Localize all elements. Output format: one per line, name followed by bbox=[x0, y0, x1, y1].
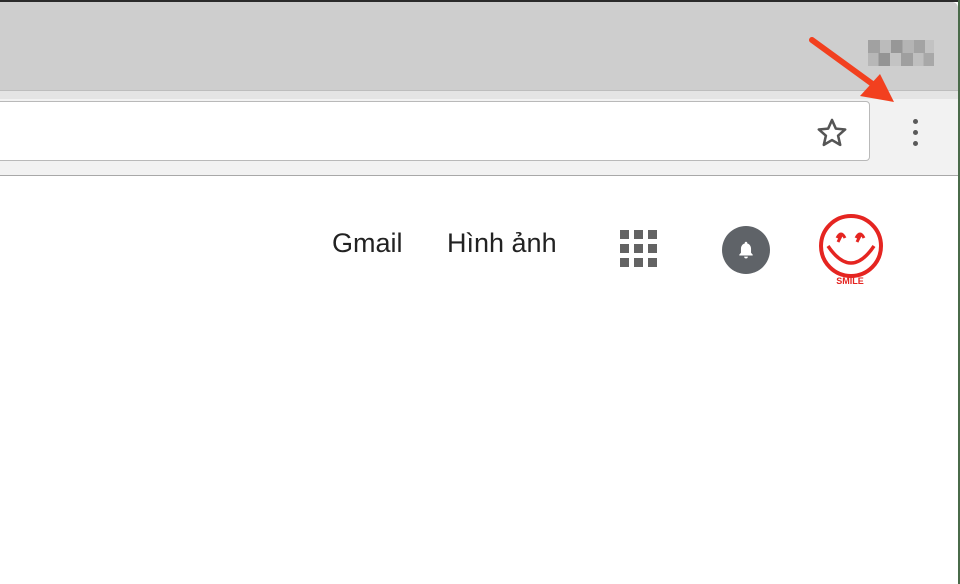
apps-grid-icon-cell bbox=[648, 244, 657, 253]
star-outline-icon bbox=[817, 118, 847, 147]
bookmark-star-button[interactable] bbox=[813, 114, 851, 152]
apps-grid-icon-cell bbox=[634, 244, 643, 253]
gmail-link[interactable]: Gmail bbox=[332, 228, 403, 259]
vertical-dots-icon-dot-3 bbox=[912, 140, 918, 146]
apps-grid-icon-cell bbox=[620, 244, 629, 253]
address-bar[interactable] bbox=[0, 101, 870, 161]
google-top-bar: Gmail Hình ảnh SMILE bbox=[0, 206, 958, 288]
browser-window: Gmail Hình ảnh SMILE bbox=[0, 0, 960, 584]
toolbar-stripe bbox=[0, 91, 958, 99]
images-link[interactable]: Hình ảnh bbox=[447, 228, 557, 259]
browser-toolbar bbox=[0, 90, 958, 176]
google-apps-button[interactable] bbox=[620, 230, 660, 270]
apps-grid-icon bbox=[620, 230, 629, 239]
vertical-dots-icon-dot-2 bbox=[912, 129, 918, 135]
avatar-caption: SMILE bbox=[836, 276, 864, 286]
page-content: Gmail Hình ảnh SMILE bbox=[0, 176, 958, 584]
account-avatar[interactable]: SMILE bbox=[814, 212, 890, 288]
vertical-dots-icon bbox=[912, 118, 918, 124]
bell-icon bbox=[739, 241, 753, 259]
tab-strip bbox=[0, 2, 958, 90]
profile-name-pixelated[interactable] bbox=[868, 40, 934, 66]
notifications-button[interactable] bbox=[722, 226, 770, 274]
apps-grid-icon-cell bbox=[620, 258, 629, 267]
apps-grid-icon-cell bbox=[648, 258, 657, 267]
apps-grid-icon-cell bbox=[634, 258, 643, 267]
smiley-avatar-image: SMILE bbox=[819, 214, 883, 286]
apps-grid-icon-cell bbox=[648, 230, 657, 239]
apps-grid-icon-cell bbox=[634, 230, 643, 239]
chrome-menu-button[interactable] bbox=[894, 105, 936, 159]
